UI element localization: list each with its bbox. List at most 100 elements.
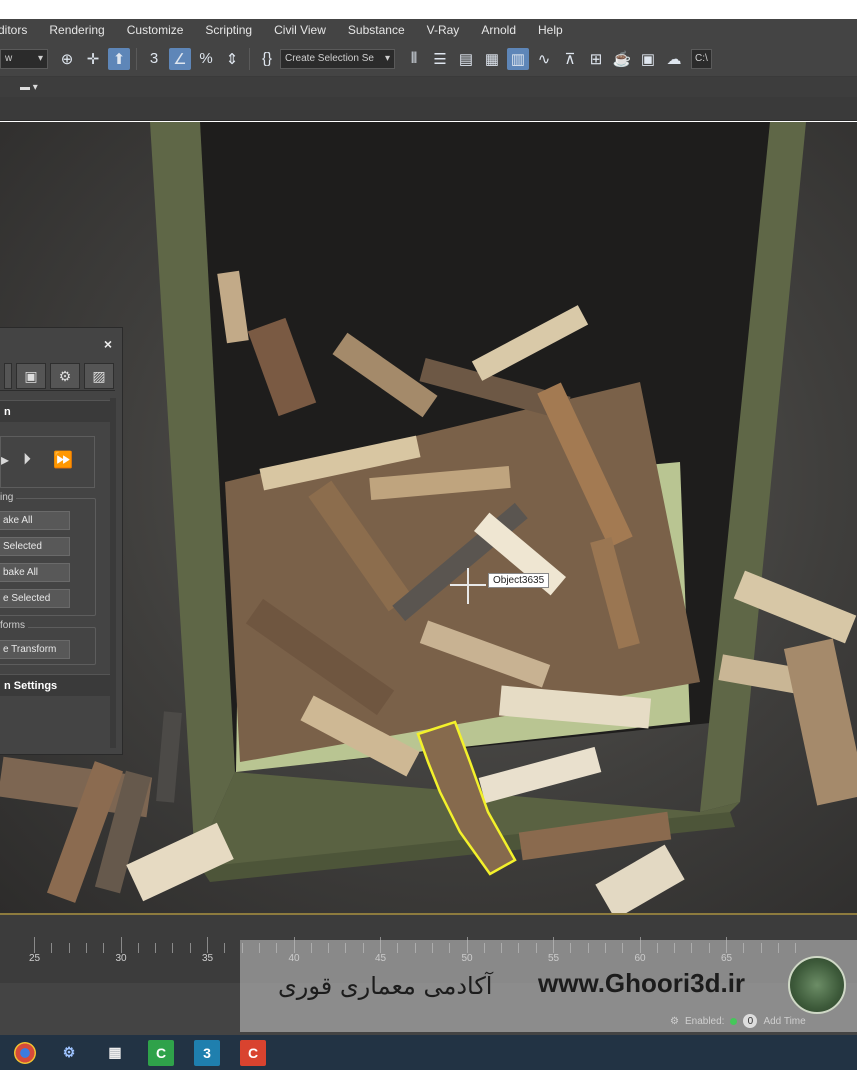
edit-tab-icon[interactable]: ⚙ [50,363,80,389]
ribbon-toggle-icon[interactable]: ▥ [507,47,529,70]
chevron-down-icon: ▾ [384,53,390,64]
menu-substance[interactable]: Substance [337,23,416,37]
panel-tabs: ▣ ⚙ ▨ [0,363,115,391]
percent-snap-toggle-icon[interactable]: % [195,48,217,70]
time-tag-icon: ⚙ [670,1015,679,1027]
project-folder-path[interactable]: C:\ [691,48,712,69]
windows-taskbar: ⚙ ▦ C 3 C [0,1035,857,1070]
enabled-label: Enabled: [684,1015,725,1027]
play-next-frame-icon[interactable]: ⏩ [49,447,77,473]
scene-explorer-icon[interactable]: ▤ [455,48,477,70]
add-time-tag-button[interactable]: Add Time [763,1016,805,1027]
menu-editors[interactable]: Editors [0,23,38,37]
menu-bar: Editors Rendering Customize Scripting Ci… [0,19,857,41]
unbake-selected-button[interactable]: e Selected [0,589,70,608]
tools-tab-icon[interactable]: ▣ [16,363,46,389]
reset-transform-button[interactable]: e Transform [0,640,70,659]
select-and-move-icon[interactable]: ✛ [82,48,104,70]
time-tag-controls: ⚙ Enabled: 0 Add Time [670,1014,806,1028]
timeline-tick [103,943,105,953]
menu-civil-view[interactable]: Civil View [263,23,337,37]
unbake-all-button[interactable]: bake All [0,563,70,582]
bake-all-button[interactable]: ake All [0,511,70,530]
create-selection-set-dropdown[interactable]: Create Selection Se ▾ [280,48,395,69]
keyboard-shortcut-override-icon[interactable]: ⬆ [108,47,130,70]
baking-group-label: ing [0,492,17,503]
timeline-tick [207,937,208,953]
ghoori-logo-icon [788,956,846,1014]
menu-vray[interactable]: V-Ray [416,23,471,37]
timeline-tick [34,937,35,953]
camtasia-recorder-icon[interactable]: C [240,1039,266,1066]
schematic-view-icon[interactable]: ⊼ [559,48,581,70]
selection-set-placeholder: Create Selection Se [285,53,374,64]
reference-coordinate-dropdown[interactable]: w ▾ [0,48,48,69]
align-icon[interactable]: ☰ [429,48,451,70]
3dsmax-icon[interactable]: 3 [194,1039,220,1066]
reference-coordinate-value: w [5,53,13,64]
simulation-rollout[interactable]: n [0,400,110,422]
timeline-tick [137,943,139,953]
timeline-tick [224,943,226,953]
camtasia-icon[interactable]: C [148,1039,174,1066]
viewport-layout-bar: ▬ ▾ [0,77,857,97]
angle-snap-toggle-icon[interactable]: ∠ [169,47,191,70]
layer-explorer-icon[interactable]: ▦ [481,48,503,70]
pivot-center-icon[interactable]: ⊕ [56,48,78,70]
snaps-toggle-icon[interactable]: 3 [143,48,165,70]
chevron-down-icon: ▾ [37,53,43,64]
play-simulation-icon[interactable]: ⏵ [13,447,41,473]
timeline-tick [120,937,122,953]
enabled-indicator-icon [730,1017,738,1025]
panel-scrollbar[interactable] [110,398,116,748]
timeline-frame-number: 30 [115,953,127,964]
timeline-tick [189,943,191,953]
simulation-settings-rollout[interactable]: n Settings [0,674,110,696]
watermark-url: www.Ghoori3d.ir [538,968,746,998]
display-icon[interactable]: ▬ ▾ [20,82,38,93]
object-tooltip-text: Object3635 [493,575,545,586]
chrome-icon[interactable] [14,1041,36,1064]
bake-selected-button[interactable]: Selected [0,537,70,556]
curve-editor-icon[interactable]: ∿ [533,48,555,70]
bake-selected-label: Selected [3,541,42,552]
reset-transform-label: e Transform [3,644,57,655]
settings-icon[interactable]: ⚙ [56,1040,82,1066]
render-production-icon[interactable]: ☁ [663,48,685,70]
perspective-viewport[interactable]: Object3635 × ▣ ⚙ ▨ n ▸ ⏵ ⏩ ing ake All S… [0,122,857,915]
rendered-frame-window-icon[interactable]: ▣ [637,48,659,70]
bake-all-label: ake All [3,515,33,526]
timeline-tick [172,943,174,953]
simulation-controls: ▸ ⏵ ⏩ [0,436,95,488]
edit-named-selection-icon[interactable]: {} [256,48,278,70]
menu-rendering[interactable]: Rendering [38,23,115,37]
enabled-count: 0 [743,1014,758,1028]
menu-help[interactable]: Help [527,23,574,37]
timeline-tick [68,943,70,953]
toolbar-separator [249,47,250,70]
top-margin [0,0,857,19]
object-tooltip: Object3635 [488,573,550,588]
simulation-rollout-label: n [4,405,11,418]
timeline-tick [85,943,87,953]
toolbar-separator [136,47,137,70]
unbake-selected-label: e Selected [3,593,51,604]
calculator-icon[interactable]: ▦ [102,1040,128,1066]
close-icon[interactable]: × [104,336,112,352]
timeline-frame-number: 35 [202,953,214,964]
display-tab-icon[interactable]: ▨ [84,363,114,389]
world-tab-icon[interactable] [4,363,12,389]
timeline-tick [51,943,53,953]
render-setup-icon[interactable]: ☕ [611,48,633,70]
material-editor-icon[interactable]: ⊞ [585,48,607,70]
menu-customize[interactable]: Customize [116,23,195,37]
main-toolbar: w ▾ ⊕ ✛ ⬆ 3 ∠ % ⇕ {} Create Selection Se… [0,41,857,77]
transforms-group-label: forms [0,620,28,631]
watermark-persian-text: آکادمی معماری قوری [278,972,493,1000]
unbake-all-label: bake All [3,567,39,578]
mirror-icon[interactable]: ⫴ [403,48,425,70]
menu-scripting[interactable]: Scripting [194,23,263,37]
spinner-snap-toggle-icon[interactable]: ⇕ [221,48,243,70]
menu-arnold[interactable]: Arnold [470,23,527,37]
scene-render [0,122,857,913]
